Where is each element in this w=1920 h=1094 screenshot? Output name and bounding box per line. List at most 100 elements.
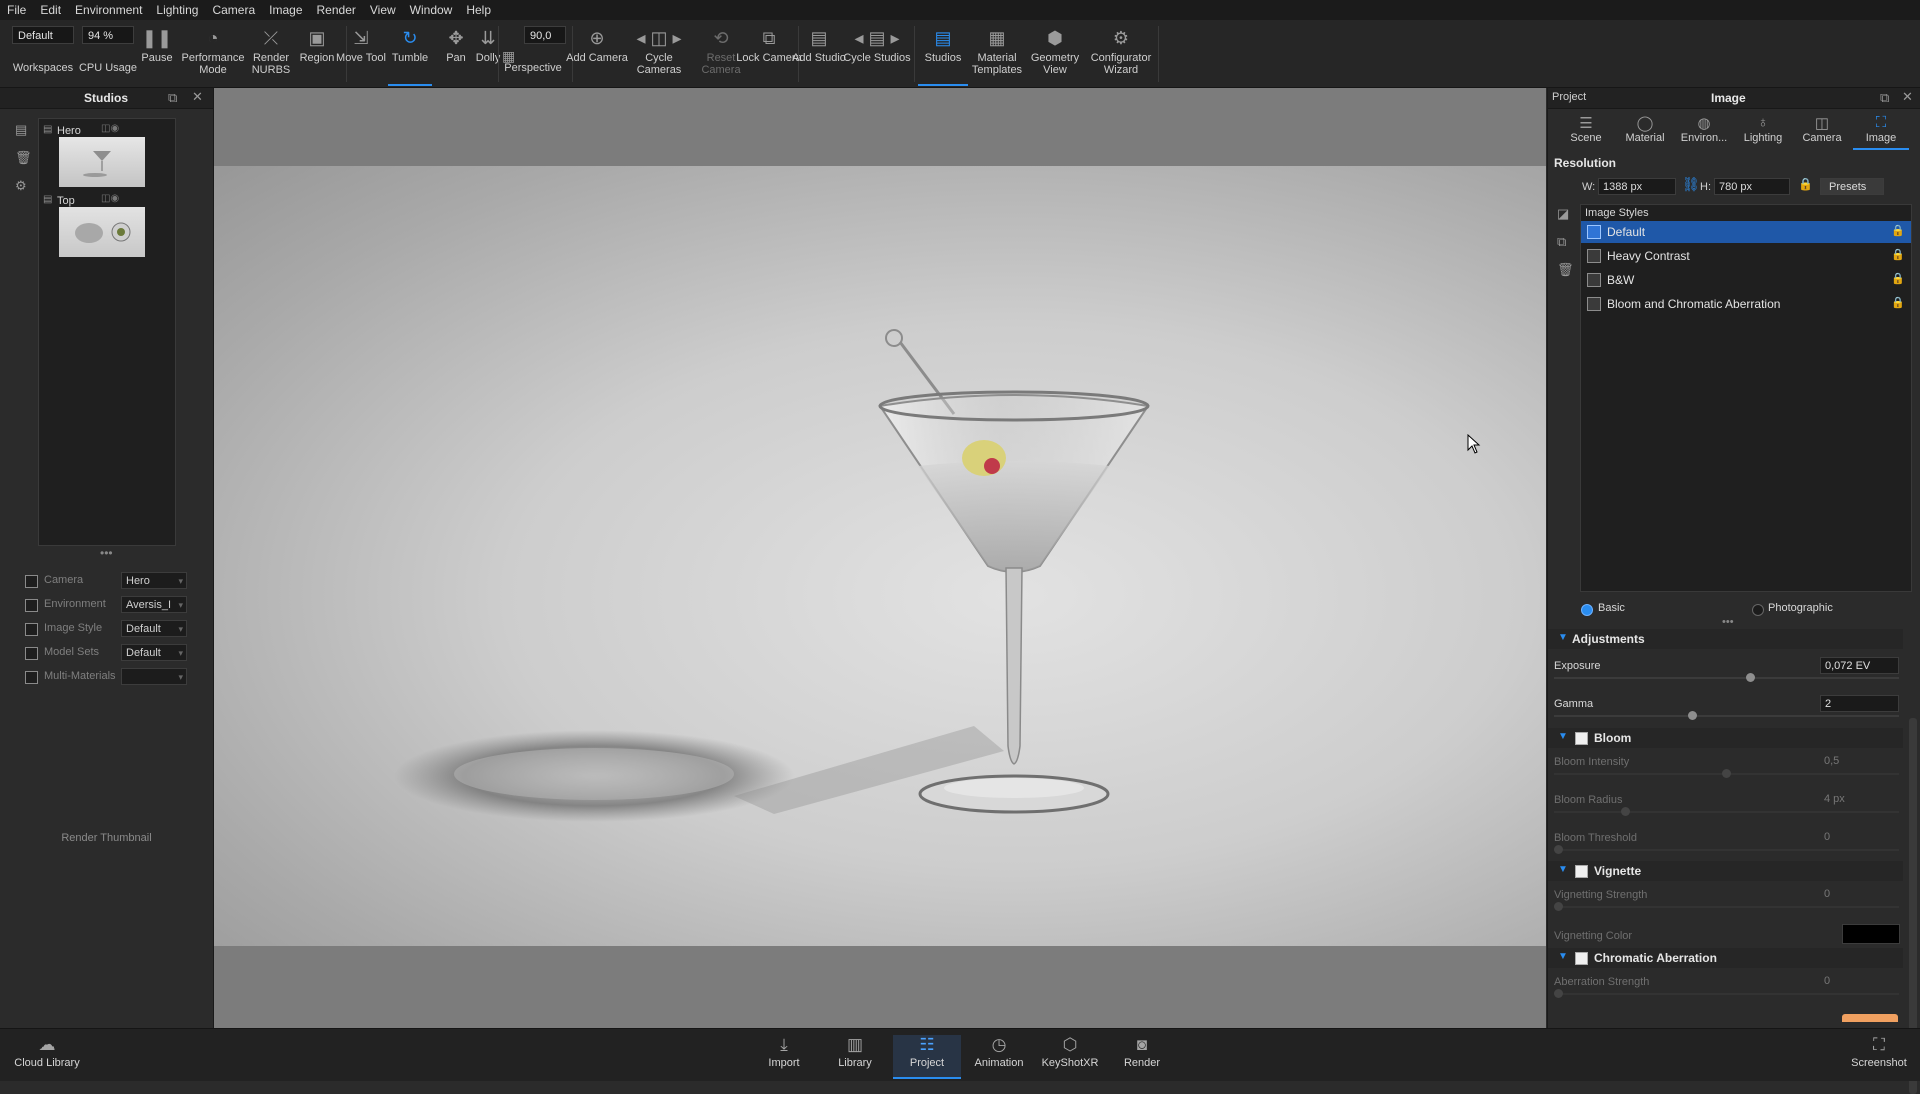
bloom-checkbox[interactable] [1575,732,1588,745]
workspace-select[interactable]: Default [12,26,74,44]
environment-select[interactable]: Aversis_I ▾ [121,596,187,613]
geometry-view-button[interactable]: ⬢ Geometry View [1020,24,1090,84]
render-area[interactable] [214,166,1546,946]
lock-icon[interactable]: 🔒 [1798,177,1813,191]
model-sets-select[interactable]: Default ▾ [121,644,187,661]
animation-button[interactable]: ◷ Animation [965,1035,1033,1077]
aberration-strength-slider-track[interactable] [1554,993,1899,995]
bloom-threshold-input[interactable]: 0 [1820,829,1899,846]
gear-icon[interactable]: ⚙ [15,178,27,194]
presets-button[interactable]: Presets [1820,178,1884,195]
field-of-view-input[interactable]: 90,0 [524,26,566,44]
import-button[interactable]: ⤓ Import [750,1035,818,1077]
image-style-checkbox[interactable] [25,623,38,636]
width-input[interactable]: 1388 px [1598,178,1676,195]
workspaces-button[interactable]: Workspaces [8,50,78,80]
style-item-bloom-chromatic[interactable]: Bloom and Chromatic Aberration 🔒 [1581,293,1911,315]
aberration-color-swatch[interactable] [1842,1014,1898,1022]
link-icon[interactable]: ⛓ [1682,176,1700,193]
multi-materials-select[interactable]: ▾ [121,668,187,685]
bloom-radius-input[interactable]: 4 px [1820,791,1899,808]
add-camera-button[interactable]: ⊕ Add Camera [562,24,632,84]
undock-icon[interactable]: ⧉ [168,90,177,106]
style-item-bw[interactable]: B&W 🔒 [1581,269,1911,291]
cloud-library-button[interactable]: ☁ Cloud Library [12,1035,82,1077]
menu-camera[interactable]: Camera [205,3,262,17]
studio-item-top[interactable]: ▤ Top ◫◉ [43,193,171,257]
vignetting-color-swatch[interactable] [1842,924,1900,944]
gamma-slider-handle[interactable] [1688,711,1698,720]
render-button[interactable]: ◙ Render [1108,1035,1176,1077]
perspective-button[interactable]: Perspective [498,50,568,80]
tab-lighting[interactable]: ♁ Lighting [1735,114,1791,148]
bloom-threshold-slider-track[interactable] [1554,849,1899,851]
add-style-icon[interactable]: ◪ [1557,206,1569,222]
more-handle-icon[interactable]: ••• [100,546,113,560]
bloom-radius-slider-handle[interactable] [1621,807,1631,816]
style-item-default[interactable]: Default 🔒 [1581,221,1911,243]
bloom-radius-slider-track[interactable] [1554,811,1899,813]
menu-view[interactable]: View [363,3,403,17]
exposure-slider-handle[interactable] [1745,673,1755,682]
lock-icon[interactable]: 🔒 [1891,224,1905,237]
tumble-button[interactable]: ↻ Tumble [388,24,432,86]
lock-icon[interactable]: 🔒 [1891,248,1905,261]
menu-window[interactable]: Window [403,3,460,17]
configurator-wizard-button[interactable]: ⚙ Configurator Wizard [1084,24,1158,84]
keyshotxr-button[interactable]: ⬡ KeyShotXR [1036,1035,1104,1077]
studio-item-hero[interactable]: ▤ Hero ◫◉ [43,123,171,187]
gamma-input[interactable]: 2 [1820,695,1899,712]
photographic-radio[interactable] [1752,604,1764,616]
lock-icon[interactable]: 🔒 [1891,296,1905,309]
bloom-intensity-slider-handle[interactable] [1722,769,1731,778]
height-input[interactable]: 780 px [1714,178,1790,195]
aberration-strength-slider-handle[interactable] [1554,989,1563,998]
style-item-heavy-contrast[interactable]: Heavy Contrast 🔒 [1581,245,1911,267]
vignetting-strength-input[interactable]: 0 [1820,886,1899,903]
tab-image[interactable]: ⛶ Image [1853,114,1909,150]
tab-environment[interactable]: ◍ Environ... [1676,114,1732,148]
vignette-section-header[interactable]: ▼ Vignette [1548,861,1903,881]
camera-checkbox[interactable] [25,575,38,588]
close-icon[interactable]: ✕ [1902,89,1913,105]
project-button[interactable]: ☷ Project [893,1035,961,1079]
adjustments-section-header[interactable]: ▼ Adjustments [1548,629,1903,649]
render-thumbnail-button[interactable]: Render Thumbnail [0,832,213,844]
menu-file[interactable]: File [0,3,33,17]
undock-icon[interactable]: ⧉ [1880,90,1889,106]
add-studio-icon[interactable]: ▤ [15,122,27,138]
bloom-section-header[interactable]: ▼ Bloom [1548,728,1903,748]
aberration-strength-input[interactable]: 0 [1820,973,1899,990]
trash-icon[interactable]: 🗑 [1557,262,1574,278]
image-style-select[interactable]: Default ▾ [121,620,187,637]
studio-thumbnail[interactable] [59,207,145,257]
menu-lighting[interactable]: Lighting [149,3,205,17]
tab-scene[interactable]: ☰ Scene [1558,114,1614,148]
exposure-slider-track[interactable] [1554,677,1899,679]
cycle-studios-button[interactable]: ◂ ▤ ▸ Cycle Studios [842,24,912,84]
chromatic-aberration-section-header[interactable]: ▼ Chromatic Aberration [1548,948,1903,968]
library-button[interactable]: ▥ Library [821,1035,889,1077]
multi-materials-checkbox[interactable] [25,671,38,684]
move-tool-button[interactable]: ⇲ Move Tool [326,24,396,84]
basic-radio[interactable] [1581,604,1593,616]
exposure-input[interactable]: 0,072 EV [1820,657,1899,674]
tab-camera[interactable]: ◫ Camera [1794,114,1850,148]
gamma-slider-track[interactable] [1554,715,1899,717]
vignetting-strength-slider-track[interactable] [1554,906,1899,908]
menu-environment[interactable]: Environment [68,3,149,17]
cycle-cameras-button[interactable]: ◂ ◫ ▸ Cycle Cameras [624,24,694,84]
tab-material[interactable]: ◯ Material [1617,114,1673,148]
screenshot-button[interactable]: ⛶ Screenshot [1844,1035,1914,1077]
lock-icon[interactable]: 🔒 [1891,272,1905,285]
vignetting-strength-slider-handle[interactable] [1554,902,1563,911]
studios-button[interactable]: ▤ Studios [918,24,968,86]
menu-image[interactable]: Image [262,3,309,17]
chromatic-aberration-checkbox[interactable] [1575,952,1588,965]
trash-icon[interactable]: 🗑 [15,150,32,166]
bloom-intensity-input[interactable]: 0,5 [1820,753,1899,770]
camera-select[interactable]: Hero ▾ [121,572,187,589]
more-handle-icon[interactable]: ••• [1722,616,1734,628]
model-sets-checkbox[interactable] [25,647,38,660]
bloom-threshold-slider-handle[interactable] [1554,845,1563,854]
